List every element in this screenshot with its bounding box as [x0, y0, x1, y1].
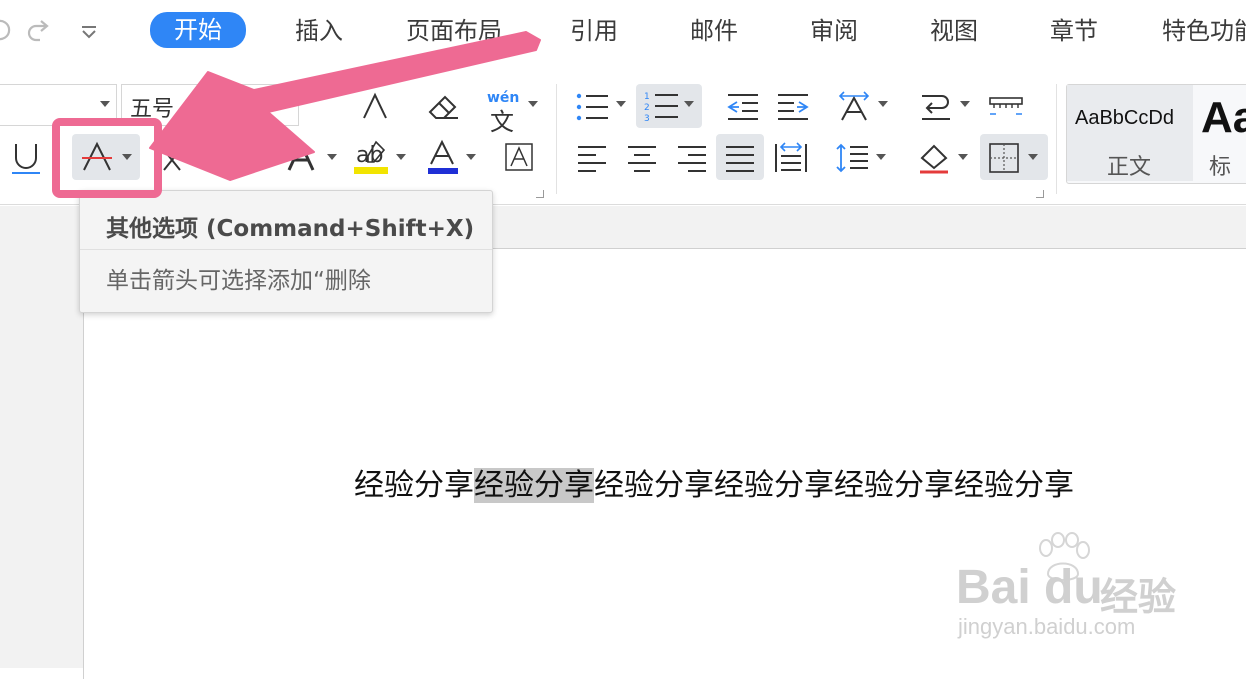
pointer-arrow-icon [149, 31, 541, 181]
